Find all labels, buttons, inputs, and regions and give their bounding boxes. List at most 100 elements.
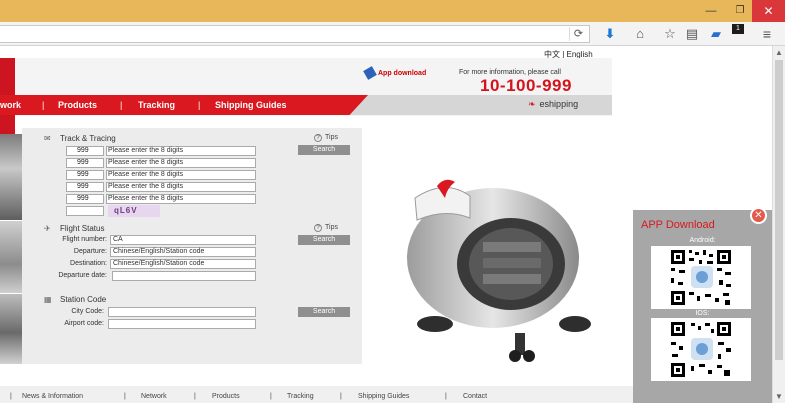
captcha-input[interactable] bbox=[66, 206, 104, 216]
flight-section-title: ✈ Flight Status bbox=[44, 224, 104, 233]
departure-date-label: Departure date: bbox=[58, 272, 107, 279]
close-icon[interactable]: ✕ bbox=[750, 207, 767, 224]
station-icon: ▦ bbox=[44, 295, 52, 304]
app-download-popup: APP Download ✕ Android: IOS: bbox=[633, 207, 772, 403]
awb-prefix-input[interactable]: 999 bbox=[66, 158, 104, 168]
station-title-label: Station Code bbox=[60, 295, 107, 304]
app-download-label: App download bbox=[378, 69, 427, 77]
footer-link-products[interactable]: Products bbox=[212, 393, 240, 400]
close-window-button[interactable]: ✕ bbox=[752, 0, 785, 22]
home-icon[interactable]: ⌂ bbox=[630, 24, 650, 44]
browser-toolbar: ⟳ ⬇ ⌂ ☆ ▤ ▰ 1 ≡ bbox=[0, 22, 785, 46]
footer-link-shipping-guides[interactable]: Shipping Guides bbox=[358, 393, 409, 400]
awb-prefix-input[interactable]: 999 bbox=[66, 194, 104, 204]
vertical-scrollbar[interactable]: ▲ ▼ bbox=[772, 46, 785, 403]
awb-number-input[interactable]: Please enter the 8 digits bbox=[106, 182, 256, 192]
footer-link-network[interactable]: Network bbox=[141, 393, 167, 400]
nav-item-shipping-guides[interactable]: Shipping Guides bbox=[215, 100, 287, 110]
footer-separator: | bbox=[270, 393, 272, 400]
left-photo-city bbox=[0, 294, 22, 364]
help-icon: ? bbox=[314, 224, 322, 232]
track-tips-label: Tips bbox=[325, 134, 338, 141]
package-icon: ✉ bbox=[44, 134, 51, 143]
footer-separator: | bbox=[194, 393, 196, 400]
more-info-text: For more information, please call bbox=[459, 69, 561, 76]
nav-separator: | bbox=[120, 100, 123, 110]
chat-icon[interactable]: ▰ bbox=[706, 24, 726, 44]
page-footer: | News & Information | Network | Product… bbox=[0, 386, 633, 403]
service-panel: ✉ Track & Tracing ? Tips Search 999 Please… bbox=[22, 128, 362, 364]
flight-number-label: Flight number: bbox=[62, 236, 107, 243]
footer-separator: | bbox=[340, 393, 342, 400]
awb-number-input[interactable]: Please enter the 8 digits bbox=[106, 194, 256, 204]
android-qr-code bbox=[651, 246, 751, 309]
ios-label: IOS: bbox=[695, 310, 710, 317]
app-download-link[interactable]: App download bbox=[363, 66, 427, 80]
left-photo-buildings bbox=[0, 134, 22, 220]
cargo-aircraft-illustration bbox=[407, 179, 591, 362]
footer-link-news[interactable]: News & Information bbox=[22, 393, 83, 400]
departure-input[interactable]: Chinese/English/Station code bbox=[110, 247, 256, 257]
scroll-down-arrow-icon[interactable]: ▼ bbox=[773, 392, 785, 402]
nav-item-tracking[interactable]: Tracking bbox=[138, 100, 175, 110]
phone-icon bbox=[363, 66, 377, 80]
help-icon: ? bbox=[314, 134, 322, 142]
nav-item-products[interactable]: Products bbox=[58, 100, 97, 110]
nav-separator: | bbox=[42, 100, 45, 110]
footer-separator: | bbox=[10, 393, 12, 400]
track-title-label: Track & Tracing bbox=[60, 134, 116, 143]
destination-label: Destination: bbox=[70, 260, 107, 267]
departure-label: Departure: bbox=[73, 248, 107, 255]
captcha-image: qL6V bbox=[108, 205, 160, 217]
main-nav-bar: work | Products | Tracking | Shipping Gu… bbox=[0, 95, 368, 115]
maximize-button[interactable]: ❐ bbox=[726, 0, 754, 22]
flight-tips-link[interactable]: ? Tips bbox=[314, 224, 338, 232]
scroll-up-arrow-icon[interactable]: ▲ bbox=[773, 48, 785, 58]
city-code-input[interactable] bbox=[108, 307, 256, 317]
clipboard-icon[interactable]: ▤ bbox=[682, 24, 702, 44]
airport-code-input[interactable] bbox=[108, 319, 256, 329]
address-bar[interactable]: ⟳ bbox=[0, 25, 590, 43]
nav-item-network[interactable]: work bbox=[0, 100, 21, 110]
eshipping-label: eshipping bbox=[539, 99, 579, 109]
track-search-button[interactable]: Search bbox=[298, 145, 350, 155]
track-tips-link[interactable]: ? Tips bbox=[314, 134, 338, 142]
flight-tips-label: Tips bbox=[325, 224, 338, 231]
awb-prefix-input[interactable]: 999 bbox=[66, 182, 104, 192]
reload-icon[interactable]: ⟳ bbox=[569, 27, 587, 41]
awb-number-input[interactable]: Please enter the 8 digits bbox=[106, 146, 256, 156]
minimize-button[interactable]: — bbox=[697, 0, 725, 22]
awb-number-input[interactable]: Please enter the 8 digits bbox=[106, 158, 256, 168]
flight-search-button[interactable]: Search bbox=[298, 235, 350, 245]
download-icon[interactable]: ⬇ bbox=[600, 24, 620, 44]
footer-link-contact[interactable]: Contact bbox=[463, 393, 487, 400]
destination-input[interactable]: Chinese/English/Station code bbox=[110, 259, 256, 269]
flight-title-label: Flight Status bbox=[60, 224, 105, 233]
departure-date-input[interactable] bbox=[112, 271, 256, 281]
eshipping-link[interactable]: ❧ eshipping bbox=[528, 99, 578, 110]
eshipping-logo-icon: ❧ bbox=[528, 99, 536, 109]
station-search-button[interactable]: Search bbox=[298, 307, 350, 317]
android-label: Android: bbox=[689, 237, 716, 244]
airport-code-label: Airport code: bbox=[64, 320, 104, 327]
track-section-title: ✉ Track & Tracing bbox=[44, 134, 116, 143]
hotline-number: 10-100-999 bbox=[480, 76, 572, 95]
awb-prefix-input[interactable]: 999 bbox=[66, 146, 104, 156]
menu-icon[interactable]: ≡ bbox=[757, 24, 777, 44]
city-code-label: City Code: bbox=[71, 308, 104, 315]
awb-prefix-input[interactable]: 999 bbox=[66, 170, 104, 180]
flight-number-input[interactable]: CA bbox=[110, 235, 256, 245]
window-title-bar: — ❐ ✕ bbox=[0, 0, 785, 22]
left-photo-runway bbox=[0, 221, 22, 293]
station-section-title: ▦ Station Code bbox=[44, 295, 106, 304]
awb-number-input[interactable]: Please enter the 8 digits bbox=[106, 170, 256, 180]
star-icon[interactable]: ☆ bbox=[660, 24, 680, 44]
footer-separator: | bbox=[445, 393, 447, 400]
ios-qr-code bbox=[651, 318, 751, 381]
scroll-thumb[interactable] bbox=[775, 60, 783, 360]
footer-separator: | bbox=[124, 393, 126, 400]
notification-badge: 1 bbox=[732, 24, 744, 34]
popup-title: APP Download bbox=[641, 219, 715, 231]
nav-separator: | bbox=[198, 100, 201, 110]
footer-link-tracking[interactable]: Tracking bbox=[287, 393, 314, 400]
